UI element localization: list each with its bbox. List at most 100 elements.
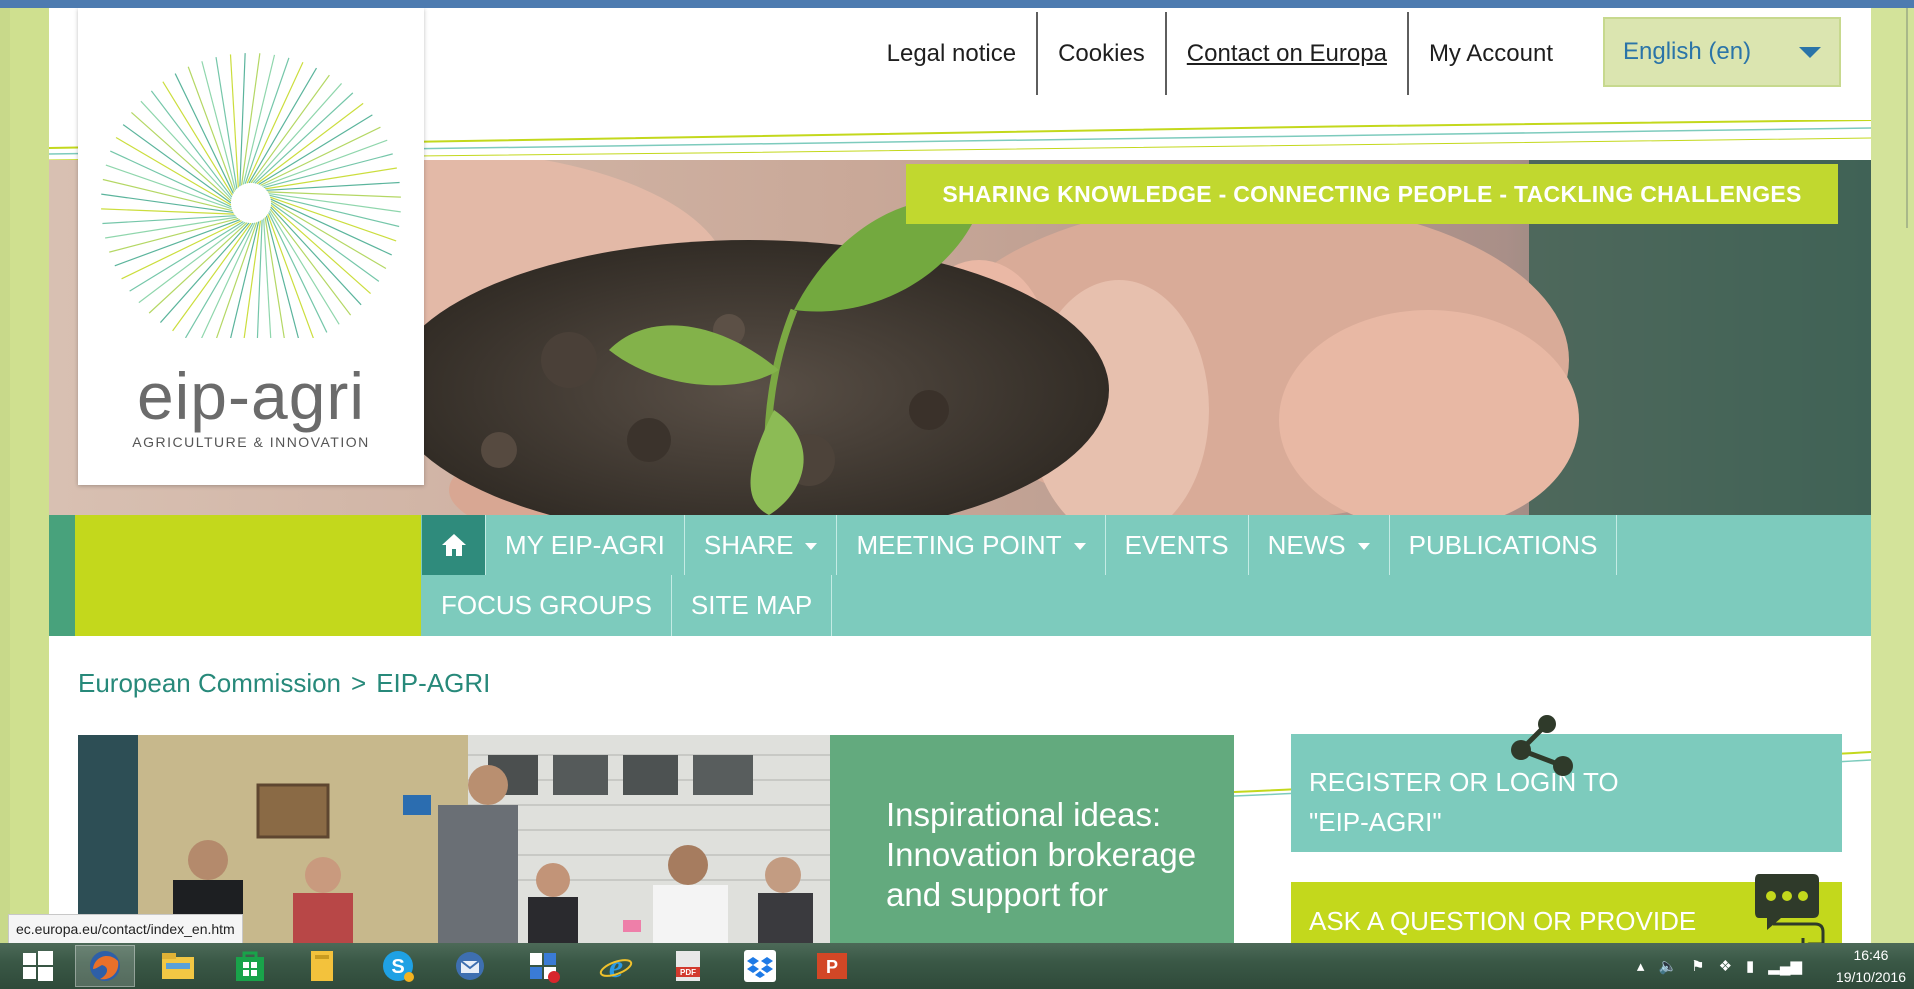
eip-agri-logo[interactable]: eip-agri AGRICULTURE & INNOVATION [78, 8, 424, 485]
logo-tagline: AGRICULTURE & INNOVATION [132, 434, 370, 450]
language-selector[interactable]: English (en) [1603, 17, 1841, 87]
taskbar-dropbox[interactable] [730, 945, 790, 987]
top-links-bar: Legal notice Cookies Contact on Europa M… [867, 12, 1841, 95]
logo-burst-ray [201, 61, 237, 191]
page-left-background [0, 8, 10, 943]
clock-date: 19/10/2016 [1835, 969, 1906, 985]
home-icon [441, 534, 466, 556]
logo-burst-ray [248, 67, 318, 184]
calendar-app-icon [530, 953, 560, 983]
nav-site-map[interactable]: SITE MAP [672, 575, 833, 636]
nav-row-1: MY EIP-AGRI SHARE MEETING POINT EVENTS N… [422, 515, 1618, 575]
featured-photo[interactable] [78, 735, 830, 943]
featured-article-panel[interactable]: Inspirational ideas: Innovation brokerag… [830, 735, 1234, 943]
clock-time: 16:46 [1853, 947, 1889, 963]
status-url-tooltip: ec.europa.eu/contact/index_en.htm [8, 914, 243, 944]
logo-burst-ray [115, 136, 232, 206]
share-icon[interactable] [1507, 714, 1577, 778]
nav-site-map-label: SITE MAP [690, 590, 813, 620]
nav-focus-groups[interactable]: FOCUS GROUPS [422, 575, 672, 636]
nav-my-eip-agri-label: MY EIP-AGRI [505, 529, 665, 560]
nav-news[interactable]: NEWS [1249, 515, 1390, 575]
logo-burst-ray [254, 92, 354, 184]
firefox-icon [90, 951, 120, 981]
logo-burst-ray [148, 222, 248, 314]
nav-accent-strip [49, 515, 75, 636]
logo-burst-icon [101, 53, 401, 338]
logo-burst-ray [102, 215, 236, 225]
taskbar-store[interactable] [220, 945, 280, 987]
cookies-link[interactable]: Cookies [1036, 12, 1165, 95]
skype-icon: S [383, 951, 414, 982]
network-signal-icon[interactable]: ▂▄▆ [1768, 957, 1802, 975]
breadcrumb: European Commission > EIP-AGRI [78, 668, 490, 699]
taskbar-internet-explorer[interactable]: e [586, 945, 646, 987]
featured-image [78, 735, 830, 943]
nav-meeting-point[interactable]: MEETING POINT [837, 515, 1106, 575]
internet-explorer-icon: e [599, 949, 633, 983]
logo-burst-ray [140, 100, 232, 200]
logo-burst-ray [263, 153, 393, 189]
my-account-link[interactable]: My Account [1406, 12, 1573, 95]
nav-share[interactable]: SHARE [685, 515, 838, 575]
ask-question-label: ASK A QUESTION OR PROVIDE [1309, 906, 1697, 936]
battery-icon[interactable]: ▮ [1746, 957, 1754, 975]
taskbar-pdf[interactable]: PDF [658, 945, 718, 987]
browser-top-border [0, 0, 1914, 8]
taskbar-powerpoint[interactable]: P [802, 945, 862, 987]
thunderbird-icon [456, 952, 484, 980]
taskbar-folder[interactable] [292, 945, 352, 987]
nav-focus-groups-label: FOCUS GROUPS [441, 590, 652, 620]
taskbar-clock[interactable]: 16:46 19/10/2016 [1836, 944, 1906, 988]
main-navigation: MY EIP-AGRI SHARE MEETING POINT EVENTS N… [49, 515, 1871, 636]
start-button[interactable] [8, 945, 68, 987]
nav-publications[interactable]: PUBLICATIONS [1390, 515, 1618, 575]
svg-text:e: e [609, 949, 623, 983]
language-selector-value: English (en) [1623, 38, 1752, 65]
logo-name: eip-agri [136, 359, 366, 433]
logo-burst-ray [184, 222, 254, 338]
breadcrumb-separator: > [351, 668, 367, 698]
taskbar-thunderbird[interactable] [440, 945, 500, 987]
taskbar-firefox[interactable] [75, 945, 135, 987]
scrollbar-thumb[interactable] [1906, 8, 1908, 228]
featured-article-title[interactable]: Inspirational ideas: Innovation brokerag… [886, 795, 1216, 915]
taskbar-calendar-app[interactable] [514, 945, 574, 987]
powerpoint-icon: P [817, 953, 847, 979]
pdf-icon: PDF [676, 951, 700, 981]
nav-events[interactable]: EVENTS [1106, 515, 1249, 575]
volume-icon[interactable]: 🔈 [1658, 957, 1677, 975]
nav-green-block [75, 515, 421, 636]
page-container: Legal notice Cookies Contact on Europa M… [49, 8, 1871, 943]
taskbar-skype[interactable]: S [368, 945, 428, 987]
slogan-banner: SHARING KNOWLEDGE - CONNECTING PEOPLE - … [906, 164, 1838, 224]
contact-on-europa-link[interactable]: Contact on Europa [1164, 12, 1407, 95]
taskbar: S e PDF P ▴ 🔈 ⚑ ❖ ▮ ▂▄▆ 16:46 19/10/2016 [0, 943, 1914, 989]
start-icon [23, 951, 53, 981]
home-button[interactable] [422, 515, 486, 575]
breadcrumb-european-commission[interactable]: European Commission [78, 668, 341, 699]
logo-burst-center [231, 183, 271, 223]
caret-down-icon [805, 543, 818, 550]
dropbox-icon [744, 950, 776, 982]
nav-publications-label: PUBLICATIONS [1408, 529, 1598, 560]
nav-row-2: FOCUS GROUPS SITE MAP [422, 575, 833, 636]
action-center-flag-icon[interactable]: ⚑ [1691, 957, 1704, 975]
show-hidden-icons-icon[interactable]: ▴ [1637, 957, 1645, 975]
logo-burst-ray [109, 217, 239, 253]
logo-burst-ray [270, 200, 387, 270]
nav-events-label: EVENTS [1124, 529, 1229, 560]
chat-bubbles-icon[interactable] [1753, 868, 1825, 943]
legal-notice-link[interactable]: Legal notice [867, 12, 1036, 95]
nav-news-label: NEWS [1267, 529, 1346, 560]
nav-share-label: SHARE [703, 529, 794, 560]
nav-my-eip-agri[interactable]: MY EIP-AGRI [486, 515, 685, 575]
chevron-down-icon [1799, 46, 1821, 58]
file-explorer-icon [162, 953, 194, 979]
breadcrumb-eip-agri: EIP-AGRI [376, 668, 491, 698]
folder-icon [311, 951, 333, 981]
svg-text:P: P [826, 957, 838, 977]
dropbox-tray-icon[interactable]: ❖ [1719, 957, 1732, 975]
taskbar-file-explorer[interactable] [148, 945, 208, 987]
caret-down-icon [1073, 543, 1086, 550]
